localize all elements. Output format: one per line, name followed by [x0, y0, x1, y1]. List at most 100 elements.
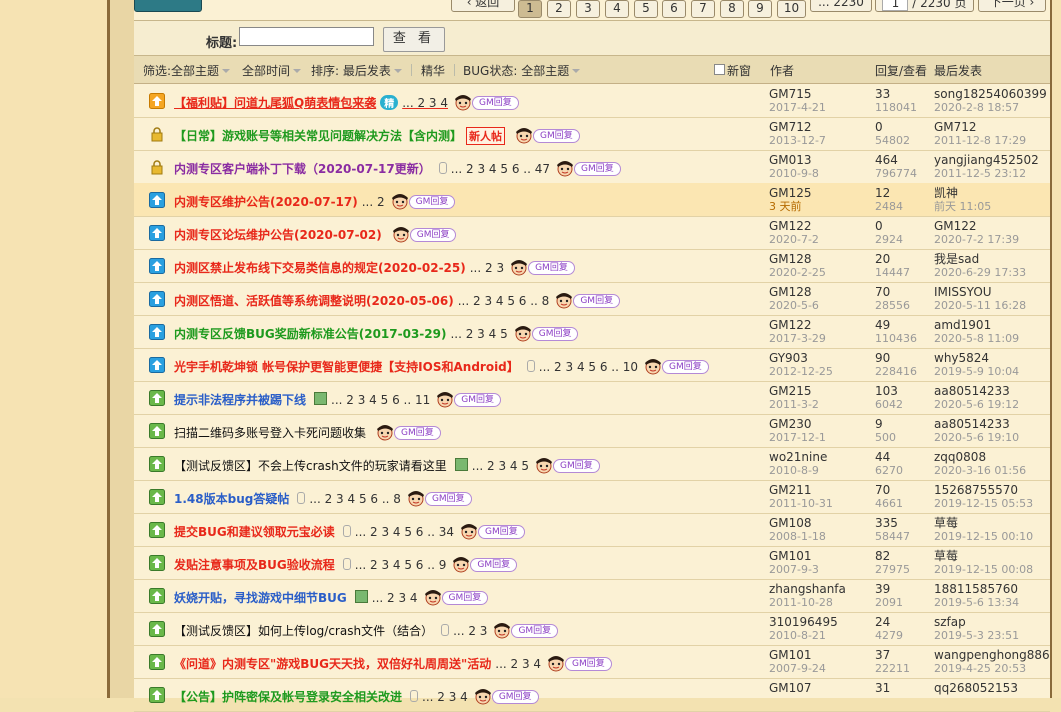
- thread-page-links[interactable]: ... 2 3 4 5 6 .. 9: [355, 558, 447, 572]
- thread-title-link[interactable]: 光宇手机乾坤锁 帐号保护更智能更便捷【支持IOS和Android】: [174, 360, 519, 374]
- thread-page-links[interactable]: ... 2 3 4 5 6 .. 8: [309, 492, 401, 506]
- last-post-time[interactable]: 2020-5-8 11:09: [934, 332, 1019, 346]
- author-name[interactable]: GM215: [769, 384, 819, 398]
- pager-ellipsis[interactable]: ... 2230: [810, 0, 872, 12]
- thread-page-links[interactable]: ... 2 3: [470, 261, 504, 275]
- thread-title-link[interactable]: 内测专区反馈BUG奖励新标准公告(2017-03-29): [174, 327, 446, 341]
- thread-row[interactable]: 内测专区维护公告(2020-07-17) ... 2 GM回复 GM125 3 天前 12…: [134, 183, 1050, 217]
- thread-page-links[interactable]: ... 2 3 4 5 6 .. 8: [458, 294, 550, 308]
- page-5-button[interactable]: 5: [634, 0, 658, 18]
- thread-page-links[interactable]: ... 2 3 4 5 6 .. 34: [355, 525, 454, 539]
- thread-title-link[interactable]: 【福利贴】问道九尾狐Q萌表情包来袭: [174, 96, 376, 110]
- back-button[interactable]: ‹ 返回: [451, 0, 515, 12]
- last-poster[interactable]: zqq0808: [934, 450, 1026, 464]
- thread-title-link[interactable]: 提示非法程序并被踢下线: [174, 393, 306, 407]
- last-post-time[interactable]: 2019-12-15 00:08: [934, 563, 1033, 577]
- page-1-button[interactable]: 1: [518, 0, 542, 18]
- page-3-button[interactable]: 3: [576, 0, 600, 18]
- author-name[interactable]: GM101: [769, 648, 826, 662]
- last-poster[interactable]: 草莓: [934, 549, 1033, 563]
- last-poster[interactable]: amd1901: [934, 318, 1019, 332]
- thread-title-link[interactable]: 【测试反馈区】不会上传crash文件的玩家请看这里: [174, 459, 447, 473]
- author-name[interactable]: GM715: [769, 87, 826, 101]
- last-post-time[interactable]: 2019-5-6 13:34: [934, 596, 1019, 610]
- last-poster[interactable]: qq268052153: [934, 681, 1018, 695]
- last-post-time[interactable]: 2019-5-3 23:51: [934, 629, 1019, 643]
- thread-row[interactable]: 光宇手机乾坤锁 帐号保护更智能更便捷【支持IOS和Android】 ... 2 3…: [134, 348, 1050, 382]
- filter-dropdown[interactable]: 筛选:全部主题: [143, 62, 231, 79]
- last-post-time[interactable]: 2019-4-25 20:53: [934, 662, 1050, 676]
- author-name[interactable]: GM107: [769, 681, 812, 695]
- thread-title-link[interactable]: 妖娆开贴，寻找游戏中细节BUG: [174, 591, 347, 605]
- last-post-time[interactable]: 2020-5-11 16:28: [934, 299, 1026, 313]
- page-8-button[interactable]: 8: [720, 0, 744, 18]
- author-name[interactable]: GY903: [769, 351, 833, 365]
- author-name[interactable]: GM211: [769, 483, 833, 497]
- thread-page-links[interactable]: ... 2 3 4 5 6 .. 11: [331, 393, 430, 407]
- thread-row[interactable]: 1.48版本bug答疑帖... 2 3 4 5 6 .. 8 GM回复 GM211 2…: [134, 480, 1050, 514]
- author-name[interactable]: GM230: [769, 417, 826, 431]
- last-post-time[interactable]: 前天 11:05: [934, 200, 991, 214]
- author-name[interactable]: 310196495: [769, 615, 838, 629]
- last-post-time[interactable]: 2020-2-8 18:57: [934, 101, 1047, 115]
- thread-row[interactable]: 内测专区论坛维护公告(2020-07-02) GM回复 GM122 2020-7-2 0…: [134, 216, 1050, 250]
- page-input[interactable]: 1: [882, 0, 909, 11]
- thread-page-links[interactable]: ... 2: [362, 195, 385, 209]
- thread-row[interactable]: 妖娆开贴，寻找游戏中细节BUG... 2 3 4 GM回复 zhangshanfa 2…: [134, 579, 1050, 613]
- thread-title-link[interactable]: 内测专区论坛维护公告(2020-07-02): [174, 228, 382, 242]
- author-name[interactable]: zhangshanfa: [769, 582, 846, 596]
- page-4-button[interactable]: 4: [605, 0, 629, 18]
- thread-title-link[interactable]: 【日常】游戏账号等相关常见问题解决方法【含内测】: [174, 129, 462, 143]
- author-name[interactable]: GM128: [769, 252, 826, 266]
- title-search-input[interactable]: [239, 27, 374, 46]
- thread-page-links[interactable]: ... 2 3 4: [402, 96, 448, 110]
- thread-row[interactable]: 提示非法程序并被踢下线... 2 3 4 5 6 .. 11 GM回复 GM215 2…: [134, 381, 1050, 415]
- last-poster[interactable]: song18254060399: [934, 87, 1047, 101]
- thread-page-links[interactable]: ... 2 3 4 5 6 .. 47: [451, 162, 550, 176]
- thread-row[interactable]: 内测区禁止发布线下交易类信息的规定(2020-02-25) ... 2 3 GM回复…: [134, 249, 1050, 283]
- thread-row[interactable]: 内测专区客户端补丁下载（2020-07-17更新） ... 2 3 4 5 6 .…: [134, 150, 1050, 184]
- last-post-time[interactable]: 2011-12-8 17:29: [934, 134, 1026, 148]
- thread-title-link[interactable]: 发贴注意事项及BUG验收流程: [174, 558, 335, 572]
- last-post-column-header[interactable]: 最后发表: [934, 62, 982, 79]
- last-poster[interactable]: szfap: [934, 615, 1019, 629]
- page-jump[interactable]: 1 / 2230 页: [875, 0, 974, 12]
- view-button[interactable]: 查 看: [383, 27, 445, 52]
- thread-row[interactable]: 【日常】游戏账号等相关常见问题解决方法【含内测】 新人帖 GM回复 GM712 2013…: [134, 117, 1050, 151]
- next-page-button[interactable]: 下一页 ›: [978, 0, 1046, 12]
- last-post-time[interactable]: 2020-7-2 17:39: [934, 233, 1019, 247]
- last-poster[interactable]: 我是sad: [934, 252, 1026, 266]
- page-9-button[interactable]: 9: [748, 0, 772, 18]
- thread-title-link[interactable]: 【公告】护阵密保及帐号登录安全相关改进: [174, 690, 402, 704]
- last-poster[interactable]: 凯神: [934, 186, 991, 200]
- page-2-button[interactable]: 2: [547, 0, 571, 18]
- digest-filter[interactable]: 精华: [421, 62, 445, 79]
- thread-row[interactable]: 【福利贴】问道九尾狐Q萌表情包来袭精... 2 3 4 GM回复 GM715 2017…: [134, 84, 1050, 118]
- author-name[interactable]: GM108: [769, 516, 826, 530]
- new-thread-button[interactable]: [134, 0, 202, 12]
- author-name[interactable]: GM712: [769, 120, 826, 134]
- last-post-time[interactable]: 2020-6-29 17:33: [934, 266, 1026, 280]
- thread-row[interactable]: 发贴注意事项及BUG验收流程 ... 2 3 4 5 6 .. 9 GM回复 GM10…: [134, 546, 1050, 580]
- new-window-checkbox[interactable]: [714, 64, 725, 75]
- last-poster[interactable]: GM712: [934, 120, 1026, 134]
- thread-title-link[interactable]: 内测区禁止发布线下交易类信息的规定(2020-02-25): [174, 261, 466, 275]
- thread-page-links[interactable]: ... 2 3 4: [372, 591, 418, 605]
- last-post-time[interactable]: 2019-12-15 00:10: [934, 530, 1033, 544]
- thread-row[interactable]: 【测试反馈区】如何上传log/crash文件（结合） ... 2 3 GM回复 310…: [134, 612, 1050, 646]
- last-poster[interactable]: why5824: [934, 351, 1019, 365]
- author-name[interactable]: GM122: [769, 318, 826, 332]
- thread-title-link[interactable]: 内测专区客户端补丁下载（2020-07-17更新）: [174, 162, 431, 176]
- last-post-time[interactable]: 2020-3-16 01:56: [934, 464, 1026, 478]
- last-post-time[interactable]: 2020-5-6 19:10: [934, 431, 1019, 445]
- thread-row[interactable]: 【测试反馈区】不会上传crash文件的玩家请看这里 ... 2 3 4 5 GM回复…: [134, 447, 1050, 481]
- last-poster[interactable]: aa80514233: [934, 384, 1019, 398]
- last-poster[interactable]: GM122: [934, 219, 1019, 233]
- thread-row[interactable]: 扫描二维码多账号登入卡死问题收集 GM回复 GM230 2017-12-1 9 500 aa…: [134, 414, 1050, 448]
- thread-page-links[interactable]: ... 2 3 4 5: [450, 327, 507, 341]
- thread-page-links[interactable]: ... 2 3 4: [422, 690, 468, 704]
- author-name[interactable]: GM013: [769, 153, 819, 167]
- thread-title-link[interactable]: 1.48版本bug答疑帖: [174, 492, 289, 506]
- thread-page-links[interactable]: ... 2 3: [453, 624, 487, 638]
- author-name[interactable]: GM128: [769, 285, 819, 299]
